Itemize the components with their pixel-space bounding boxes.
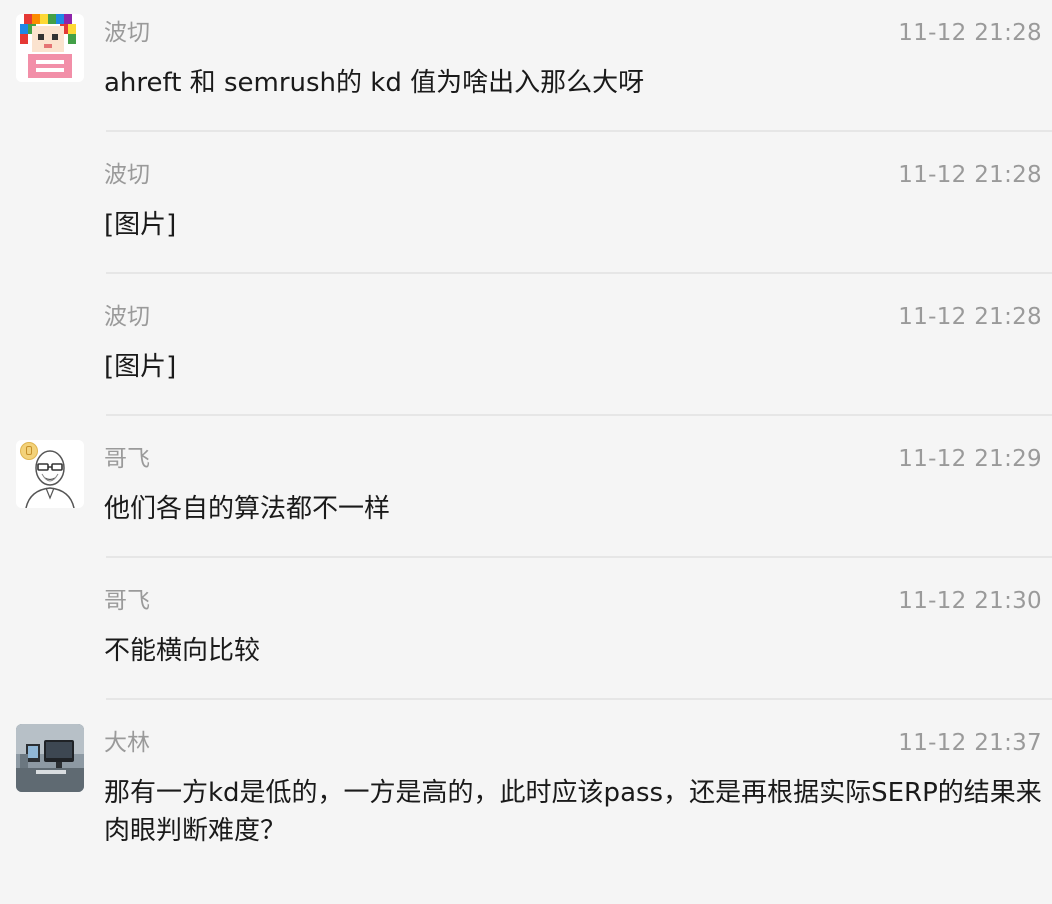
message-timestamp: 11-12 21:28: [898, 162, 1042, 188]
sender-name: 波切: [104, 304, 150, 330]
message-timestamp: 11-12 21:28: [898, 304, 1042, 330]
message-text: 不能横向比较: [104, 636, 261, 666]
message-text-image-placeholder[interactable]: [图片]: [104, 348, 1044, 386]
message-text: 他们各自的算法都不一样: [104, 494, 391, 524]
message-timestamp: 11-12 21:28: [898, 20, 1042, 46]
chat-message-list[interactable]: 波切 11-12 21:28 ahreft 和 semrush的 kd 值为啥出…: [0, 0, 1052, 904]
message-divider: [106, 556, 1052, 558]
desk-photo-avatar-icon: [16, 724, 84, 792]
message-divider: [106, 130, 1052, 132]
sender-name: 哥飞: [104, 446, 150, 472]
message-text-image-placeholder[interactable]: [图片]: [104, 206, 1044, 244]
avatar-bochie[interactable]: [16, 14, 84, 82]
message-timestamp: 11-12 21:29: [898, 446, 1042, 472]
message-divider: [106, 272, 1052, 274]
sender-name: 波切: [104, 162, 150, 188]
sender-name: 哥飞: [104, 588, 150, 614]
message-timestamp: 11-12 21:30: [898, 588, 1042, 614]
sender-name: 大林: [104, 730, 150, 756]
message-timestamp: 11-12 21:37: [898, 730, 1042, 756]
user-badge-icon: [20, 442, 38, 460]
avatar-dalin[interactable]: [16, 724, 84, 792]
pixel-avatar-icon: [16, 14, 84, 82]
message-text: 那有一方kd是低的，一方是高的，此时应该pass，还是再根据实际SERP的结果来…: [104, 778, 1042, 846]
sender-name: 波切: [104, 20, 150, 46]
message-divider: [106, 698, 1052, 700]
message-text: ahreft 和 semrush的 kd 值为啥出入那么大呀: [104, 68, 645, 98]
message-divider: [106, 414, 1052, 416]
